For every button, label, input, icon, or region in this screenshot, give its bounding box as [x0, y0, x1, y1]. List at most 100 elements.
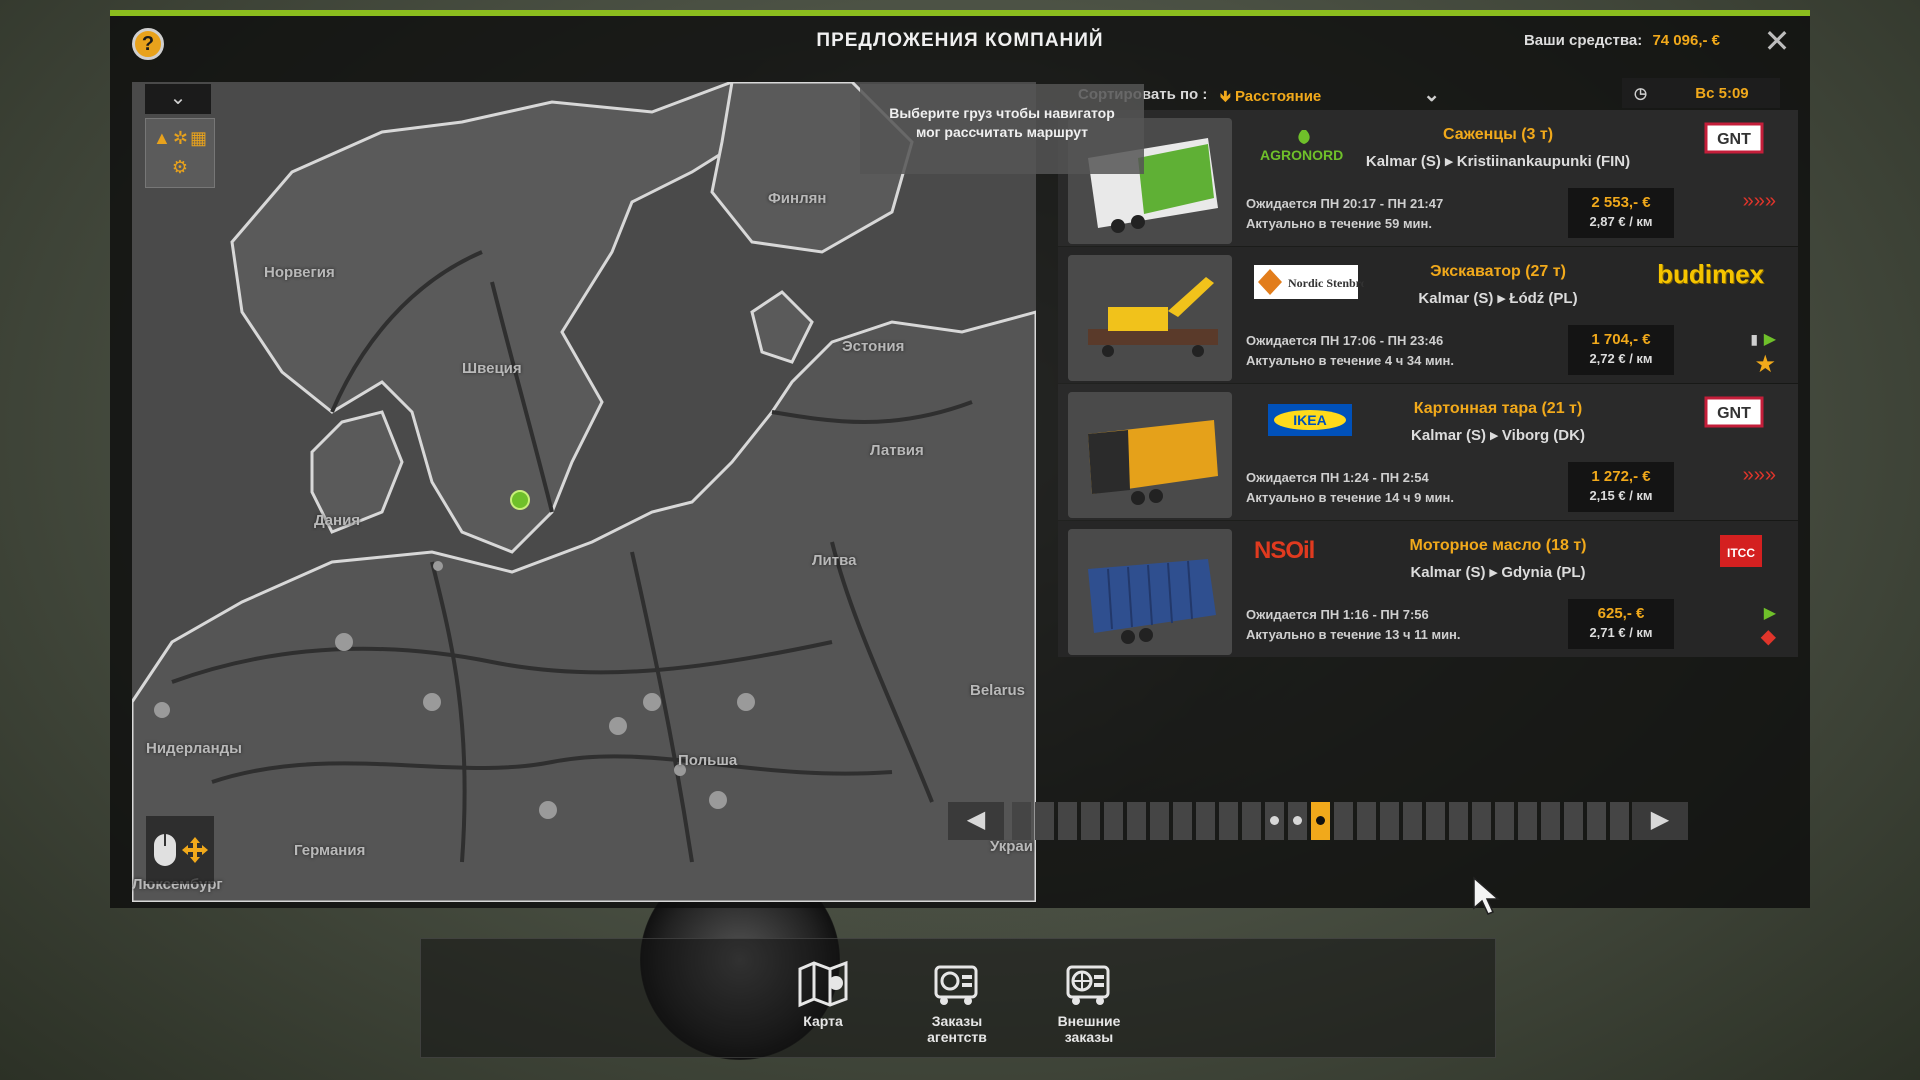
- nav-agency-orders-label-2: агентств: [927, 1029, 987, 1045]
- offer-validity: Актуально в течение 14 ч 9 мин.: [1246, 490, 1455, 505]
- map-label-netherlands: Нидерланды: [146, 740, 242, 757]
- page-dot[interactable]: [1150, 802, 1169, 840]
- cargo-name: Саженцы (3 т): [1442, 126, 1554, 143]
- page-dot[interactable]: [1564, 802, 1583, 840]
- page-dot[interactable]: [1104, 802, 1123, 840]
- page-dot[interactable]: [1403, 802, 1422, 840]
- page-dot[interactable]: [1265, 802, 1284, 840]
- external-orders-icon: [1066, 965, 1110, 1005]
- page-dot[interactable]: [1242, 802, 1261, 840]
- page-dot[interactable]: [1541, 802, 1560, 840]
- page-dot[interactable]: [1196, 802, 1215, 840]
- map-label-latvia: Латвия: [870, 442, 924, 459]
- page-dot[interactable]: [1311, 802, 1330, 840]
- job-offer[interactable]: Nordic Stenbrott Экскаватор (27 т) Kalma…: [1058, 247, 1798, 383]
- payment-box: 625,- € 2,71 € / км: [1568, 599, 1674, 649]
- funds-display: Ваши средства: 74 096,- €: [1524, 32, 1720, 49]
- fuel-icon: ▲: [153, 128, 171, 148]
- map-label-poland: Польша: [678, 752, 738, 769]
- page-dot[interactable]: [1495, 802, 1514, 840]
- page-dot[interactable]: [1610, 802, 1629, 840]
- map-view[interactable]: Норвегия Финлян Швеция Эстония Латвия Да…: [132, 82, 1036, 902]
- page-dot[interactable]: [1449, 802, 1468, 840]
- cargo-name: Экскаватор (27 т): [1430, 263, 1566, 280]
- page-dot[interactable]: [1518, 802, 1537, 840]
- hint-line-2: мог рассчитать маршрут: [915, 124, 1089, 140]
- sort-dropdown[interactable]: 🡻 Расстояние ⌄: [1208, 78, 1448, 114]
- game-time-value: Вс 5:09: [1695, 85, 1749, 102]
- page-dot[interactable]: [1334, 802, 1353, 840]
- expected-delivery: Ожидается ПН 1:16 - ПН 7:56: [1246, 607, 1429, 622]
- page-dot[interactable]: [1012, 802, 1031, 840]
- company-logo-destination: GNT: [1654, 396, 1764, 436]
- nav-agency-orders-button[interactable]: Заказы агентств: [897, 955, 1017, 1045]
- page-dot[interactable]: [1127, 802, 1146, 840]
- previous-page-button[interactable]: ◀: [948, 802, 1004, 840]
- page-dot[interactable]: [1288, 802, 1307, 840]
- page-dot[interactable]: [1587, 802, 1606, 840]
- funds-value: 74 096,- €: [1652, 32, 1720, 49]
- expected-delivery: Ожидается ПН 20:17 - ПН 21:47: [1246, 196, 1444, 211]
- map-collapse-toggle[interactable]: ⌄: [145, 84, 211, 114]
- bottom-navigation: Карта Заказы агентств Внешние заказы: [420, 938, 1496, 1058]
- page-dot[interactable]: [1058, 802, 1077, 840]
- nav-external-orders-label-2: заказы: [1064, 1029, 1114, 1045]
- offer-validity: Актуально в течение 59 мин.: [1246, 216, 1433, 231]
- map-label-lithuania: Литва: [812, 552, 857, 569]
- nav-map-label: Карта: [803, 1013, 843, 1029]
- snowflake-icon: ✲: [172, 128, 188, 148]
- normal-priority-icon: ▶: [1763, 605, 1776, 622]
- cargo-name: Картонная тара (21 т): [1413, 400, 1583, 417]
- clock-icon: ◷: [1634, 85, 1648, 102]
- heavy-cargo-icon: ▮: [1750, 331, 1759, 347]
- map-label-finland: Финлян: [768, 190, 827, 207]
- company-logo-destination: ITCC: [1654, 533, 1764, 573]
- expected-delivery: Ожидается ПН 1:24 - ПН 2:54: [1246, 470, 1429, 485]
- route: Kalmar (S) ▸ Viborg (DK): [1411, 427, 1585, 444]
- map-filter-button[interactable]: ▲ ✲ ▦ ⚙: [145, 118, 215, 188]
- hint-line-1: Выберите груз чтобы навигатор: [889, 105, 1115, 121]
- map-icon: [798, 960, 848, 1008]
- job-list: AGRONORD Саженцы (3 т) Kalmar (S) ▸ Kris…: [1058, 110, 1798, 658]
- page-dot[interactable]: [1380, 802, 1399, 840]
- payment-box: 1 272,- € 2,15 € / км: [1568, 462, 1674, 512]
- map-graphic: [132, 82, 1036, 902]
- map-mouse-control[interactable]: [146, 816, 214, 884]
- page-dot[interactable]: [1472, 802, 1491, 840]
- offer-validity: Актуально в течение 13 ч 11 мин.: [1246, 627, 1461, 642]
- map-label-estonia: Эстония: [842, 338, 905, 355]
- page-dot[interactable]: [1426, 802, 1445, 840]
- job-offer[interactable]: IKEA Картонная тара (21 т) Kalmar (S) ▸ …: [1058, 384, 1798, 520]
- nsoil-logo: NSOil: [1254, 537, 1315, 564]
- page-dot[interactable]: [1035, 802, 1054, 840]
- urgent-arrows-icon: »»»: [1742, 464, 1776, 486]
- nav-external-orders-button[interactable]: Внешние заказы: [1029, 955, 1149, 1045]
- job-offer[interactable]: NSOil Моторное масло (18 т) Kalmar (S) ▸…: [1058, 521, 1798, 657]
- chevron-down-icon: ⌄: [1423, 84, 1440, 106]
- nav-map-button[interactable]: Карта: [763, 955, 883, 1029]
- move-arrows-icon: [182, 837, 208, 863]
- hazardous-cargo-icon: ◆: [1760, 626, 1776, 648]
- svg-text:GNT: GNT: [1717, 131, 1751, 148]
- trailer-thumbnail: [1068, 529, 1232, 655]
- page-dot[interactable]: [1081, 802, 1100, 840]
- payment-total: 2 553,- €: [1591, 194, 1651, 211]
- map-label-germany: Германия: [294, 842, 366, 859]
- page-dot[interactable]: [1357, 802, 1376, 840]
- close-button[interactable]: ✕: [1760, 24, 1794, 58]
- svg-text:GNT: GNT: [1717, 405, 1751, 422]
- mouse-icon: [154, 834, 176, 866]
- svg-text:ITCC: ITCC: [1727, 546, 1755, 560]
- job-offer[interactable]: AGRONORD Саженцы (3 т) Kalmar (S) ▸ Kris…: [1058, 110, 1798, 246]
- route: Kalmar (S) ▸ Gdynia (PL): [1410, 564, 1586, 581]
- payment-per-km: 2,72 € / км: [1589, 351, 1653, 366]
- nav-external-orders-label-1: Внешние: [1057, 1013, 1121, 1029]
- offer-validity: Актуально в течение 4 ч 34 мин.: [1246, 353, 1455, 368]
- page-dot[interactable]: [1219, 802, 1238, 840]
- svg-text:AGRONORD: AGRONORD: [1260, 147, 1343, 163]
- payment-per-km: 2,15 € / км: [1589, 488, 1653, 503]
- next-page-button[interactable]: ▶: [1632, 802, 1688, 840]
- map-label-ukraine: Украи: [990, 838, 1033, 855]
- page-dot[interactable]: [1173, 802, 1192, 840]
- service-icon: ⚙: [171, 157, 189, 177]
